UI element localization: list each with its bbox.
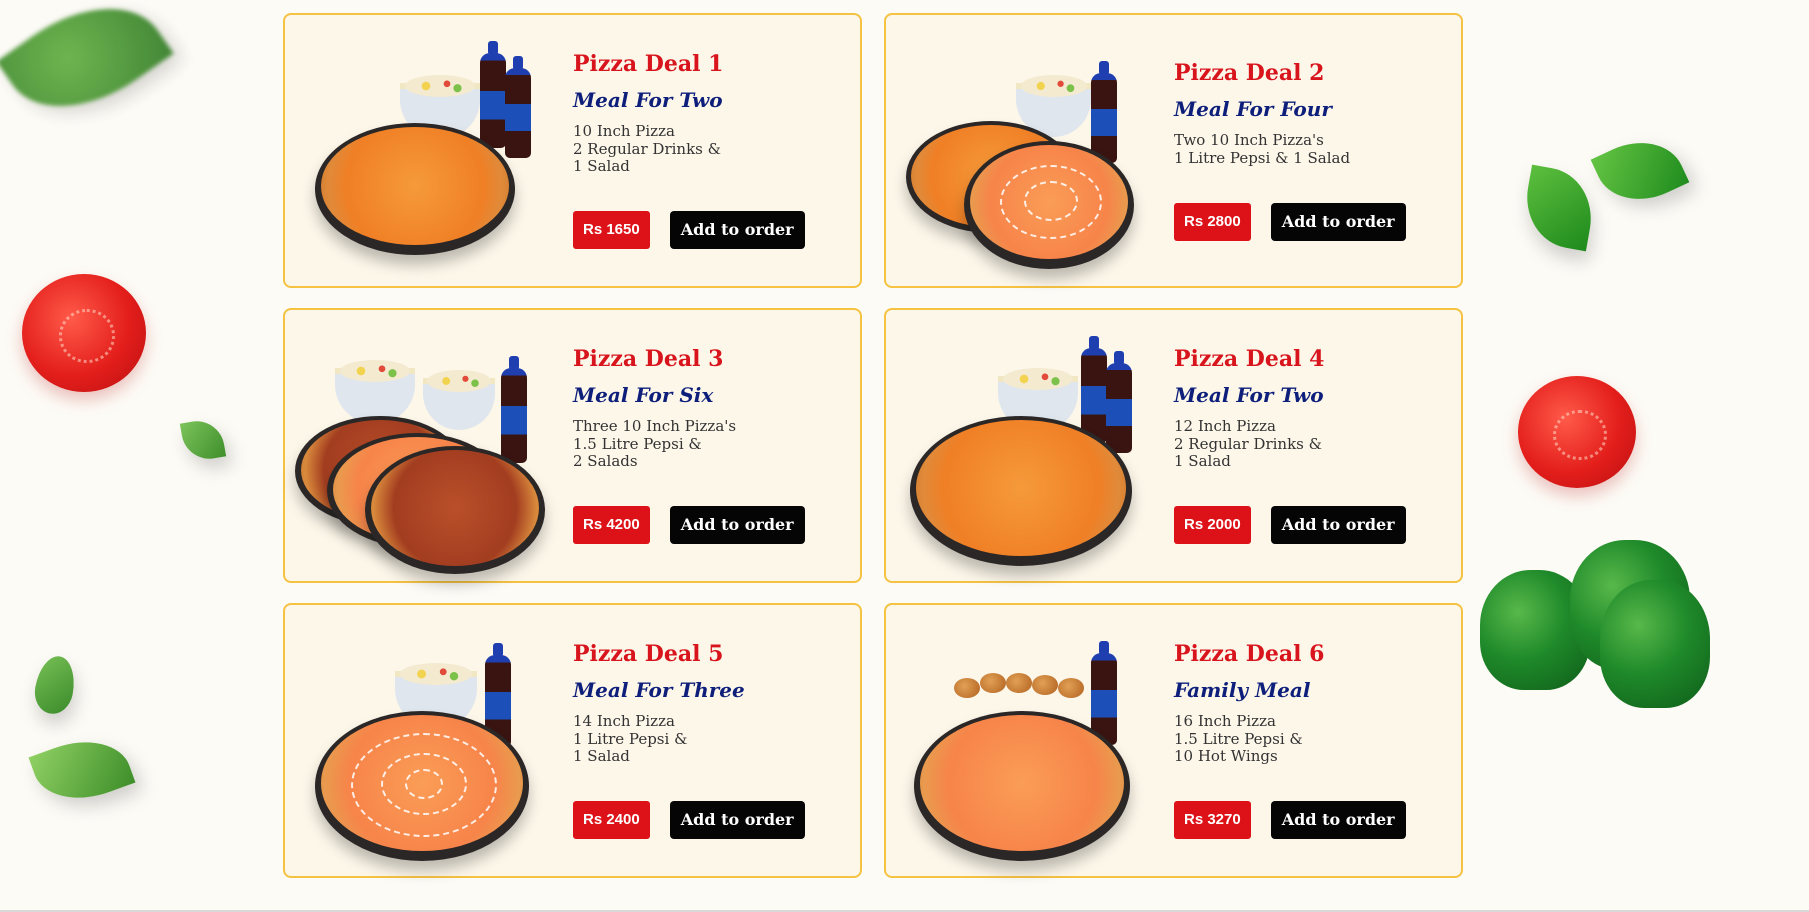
deal-description: 10 Inch Pizza 2 Regular Drinks & 1 Salad <box>573 122 723 176</box>
deals-grid: Pizza Deal 1 Meal For Two 10 Inch Pizza … <box>283 13 1463 878</box>
deal-line: 1 Litre Pepsi & <box>573 729 688 748</box>
deal-description: Three 10 Inch Pizza's 1.5 Litre Pepsi & … <box>573 417 737 471</box>
deal-title: Pizza Deal 6 <box>1174 641 1325 667</box>
deal-line: 2 Regular Drinks & <box>1174 434 1322 453</box>
deal-actions: Rs 1650 Add to order <box>573 211 805 249</box>
deal-line: 1.5 Litre Pepsi & <box>1174 729 1303 748</box>
deal-title: Pizza Deal 1 <box>573 51 724 77</box>
price-badge: Rs 2000 <box>1174 506 1251 544</box>
tomato-icon <box>1518 376 1636 488</box>
deal-card-4: Pizza Deal 4 Meal For Two 12 Inch Pizza … <box>884 308 1463 583</box>
deal-line: 16 Inch Pizza <box>1174 712 1276 730</box>
deal-line: 1.5 Litre Pepsi & <box>573 434 702 453</box>
deal-line: 1 Salad <box>573 747 630 765</box>
tomato-icon <box>22 274 146 392</box>
deal-description: 12 Inch Pizza 2 Regular Drinks & 1 Salad <box>1174 417 1324 471</box>
deal-title: Pizza Deal 3 <box>573 346 724 372</box>
basil-leaf-icon <box>179 416 227 464</box>
deal-title: Pizza Deal 4 <box>1174 346 1325 372</box>
deal-card-5: Pizza Deal 5 Meal For Three 14 Inch Pizz… <box>283 603 862 878</box>
deal-line: 2 Salads <box>573 452 638 470</box>
basil-leaf-icon <box>0 0 174 140</box>
deal-description: 16 Inch Pizza 1.5 Litre Pepsi & 10 Hot W… <box>1174 712 1324 766</box>
bell-pepper-icon <box>1480 540 1720 710</box>
deal-line: 10 Inch Pizza <box>573 122 675 140</box>
add-to-order-button[interactable]: Add to order <box>669 506 805 544</box>
deal-description: Two 10 Inch Pizza's 1 Litre Pepsi & 1 Sa… <box>1174 131 1351 167</box>
deal-line: 10 Hot Wings <box>1174 747 1278 765</box>
deal-title: Pizza Deal 2 <box>1174 60 1325 86</box>
deal-image <box>906 633 1136 861</box>
add-to-order-button[interactable]: Add to order <box>1270 203 1406 241</box>
add-to-order-button[interactable]: Add to order <box>669 211 805 249</box>
deal-actions: Rs 2800 Add to order <box>1174 203 1406 241</box>
deal-line: 1 Litre Pepsi & 1 Salad <box>1174 148 1351 167</box>
deal-title: Pizza Deal 5 <box>573 641 724 667</box>
deal-card-3: Pizza Deal 3 Meal For Six Three 10 Inch … <box>283 308 862 583</box>
deal-card-2: Pizza Deal 2 Meal For Four Two 10 Inch P… <box>884 13 1463 288</box>
deal-line: Two 10 Inch Pizza's <box>1174 131 1324 149</box>
deal-actions: Rs 2400 Add to order <box>573 801 805 839</box>
price-badge: Rs 2400 <box>573 801 650 839</box>
deal-subtitle: Family Meal <box>1174 678 1311 702</box>
deal-actions: Rs 2000 Add to order <box>1174 506 1406 544</box>
add-to-order-button[interactable]: Add to order <box>669 801 805 839</box>
deal-card-1: Pizza Deal 1 Meal For Two 10 Inch Pizza … <box>283 13 862 288</box>
price-badge: Rs 3270 <box>1174 801 1251 839</box>
deal-description: 14 Inch Pizza 1 Litre Pepsi & 1 Salad <box>573 712 745 766</box>
deal-line: 1 Salad <box>1174 452 1231 470</box>
price-badge: Rs 2800 <box>1174 203 1251 241</box>
deal-line: 1 Salad <box>573 157 630 175</box>
deal-line: 12 Inch Pizza <box>1174 417 1276 435</box>
deal-card-6: Pizza Deal 6 Family Meal 16 Inch Pizza 1… <box>884 603 1463 878</box>
deal-subtitle: Meal For Three <box>573 678 745 702</box>
deal-line: 14 Inch Pizza <box>573 712 675 730</box>
deal-actions: Rs 4200 Add to order <box>573 506 805 544</box>
deal-image <box>305 633 535 861</box>
deal-actions: Rs 3270 Add to order <box>1174 801 1406 839</box>
basil-leaf-icon <box>31 653 79 717</box>
deal-subtitle: Meal For Two <box>573 88 723 112</box>
basil-leaf-icon <box>1590 125 1690 217</box>
add-to-order-button[interactable]: Add to order <box>1270 801 1406 839</box>
deal-line: Three 10 Inch Pizza's <box>573 417 737 435</box>
basil-leaf-icon <box>28 726 136 814</box>
deal-image <box>305 41 535 263</box>
deal-subtitle: Meal For Four <box>1174 97 1332 121</box>
deal-image <box>295 338 545 574</box>
deal-image <box>906 43 1136 269</box>
deal-image <box>906 336 1136 566</box>
add-to-order-button[interactable]: Add to order <box>1270 506 1406 544</box>
price-badge: Rs 4200 <box>573 506 650 544</box>
deal-subtitle: Meal For Two <box>1174 383 1324 407</box>
price-badge: Rs 1650 <box>573 211 650 249</box>
deal-subtitle: Meal For Six <box>573 383 714 407</box>
deal-line: 2 Regular Drinks & <box>573 139 721 158</box>
basil-leaf-icon <box>1518 164 1600 252</box>
